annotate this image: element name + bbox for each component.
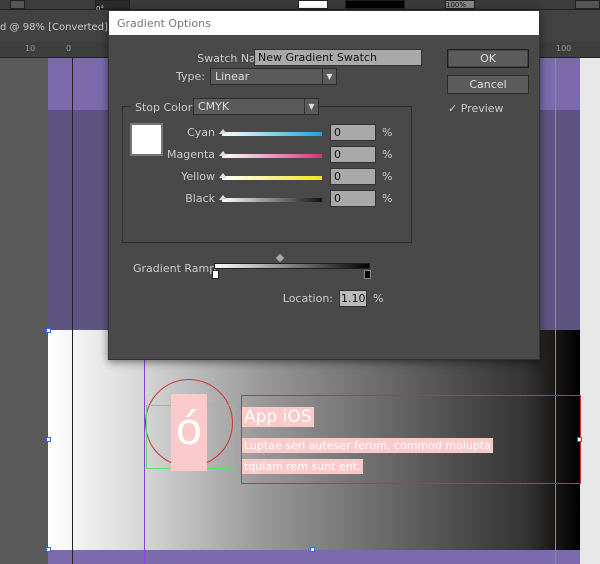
artwork-body-line2: tquiam rem sunt ent. (242, 459, 363, 474)
magenta-slider-thumb[interactable] (219, 151, 227, 156)
magenta-label: Magenta (166, 148, 215, 161)
icon-glyph: ó (171, 394, 207, 471)
gradient-ramp[interactable] (214, 263, 370, 269)
bleed-guide (555, 58, 556, 564)
artwork-body-line1: Luptae seri auteser ferum, commod molupt… (242, 438, 493, 453)
preview-checkbox[interactable]: ✓ Preview (448, 102, 504, 115)
black-slider[interactable] (222, 198, 322, 202)
selection-handle[interactable] (46, 328, 51, 333)
ok-button[interactable]: OK (447, 49, 529, 68)
stop-color-label: Stop Color: (131, 101, 200, 114)
zoom-value: 100% (446, 1, 467, 9)
purple-band-bottom (48, 550, 580, 564)
gradient-options-dialog: Gradient Options Swatch Name: New Gradie… (108, 10, 540, 360)
preview-label: Preview (460, 102, 504, 115)
stop-color-value: CMYK (198, 100, 230, 113)
type-select[interactable]: Linear ▼ (210, 68, 337, 85)
cyan-slider[interactable] (222, 132, 322, 136)
zoom-field[interactable]: 100% (445, 0, 475, 9)
black-label: Black (185, 192, 215, 205)
yellow-label: Yellow (181, 170, 215, 183)
pasteboard-right (580, 58, 600, 564)
document-tab[interactable]: d @ 98% [Converted] × (0, 22, 120, 33)
ruler-label: 0 (66, 44, 72, 53)
black-slider-thumb[interactable] (219, 195, 227, 200)
percent-unit: % (382, 170, 393, 183)
selection-handle[interactable] (577, 437, 582, 442)
gradient-ramp-label: Gradient Ramp (133, 262, 217, 275)
selection-handle[interactable] (46, 547, 51, 552)
gradient-stop-black[interactable] (364, 270, 371, 279)
dialog-title: Gradient Options (109, 11, 539, 35)
location-input[interactable]: 1.105 (339, 290, 367, 307)
ruler-label: 100 (556, 44, 572, 53)
black-input[interactable]: 0 (330, 190, 376, 207)
magenta-input[interactable]: 0 (330, 146, 376, 163)
location-label: Location: (282, 292, 333, 305)
percent-unit: % (382, 126, 393, 139)
stop-color-select[interactable]: CMYK ▼ (193, 98, 319, 115)
dropdown-button[interactable] (10, 0, 25, 9)
type-value: Linear (215, 70, 250, 83)
control-toolbar: 0° 100% (0, 0, 600, 13)
cyan-slider-thumb[interactable] (219, 129, 227, 134)
fill-color[interactable] (345, 0, 405, 9)
chevron-down-icon: ▼ (322, 69, 336, 84)
gradient-stop-white[interactable] (212, 270, 219, 279)
checkmark-icon: ✓ (448, 102, 458, 115)
artwork-title: App iOS (242, 407, 314, 427)
panel-button[interactable] (575, 0, 600, 9)
percent-unit: % (382, 148, 393, 161)
selection-handle[interactable] (310, 547, 315, 552)
magenta-slider[interactable] (222, 154, 322, 158)
cancel-button[interactable]: Cancel (447, 75, 529, 94)
location-unit: % (373, 292, 384, 305)
type-label: Type: (176, 70, 205, 83)
selection-handle[interactable] (46, 437, 51, 442)
yellow-input[interactable]: 0 (330, 168, 376, 185)
yellow-slider-thumb[interactable] (219, 173, 227, 178)
yellow-slider[interactable] (222, 176, 322, 180)
percent-unit: % (382, 192, 393, 205)
midpoint-diamond[interactable] (275, 253, 285, 263)
stroke-swatch[interactable] (298, 0, 328, 9)
cyan-input[interactable]: 0 (330, 124, 376, 141)
guide-line (72, 58, 73, 564)
chevron-down-icon: ▼ (304, 99, 318, 114)
document-tab-label: d @ 98% [Converted] (0, 22, 108, 33)
swatch-name-input[interactable]: New Gradient Swatch (254, 49, 422, 66)
cyan-label: Cyan (187, 126, 215, 139)
angle-input[interactable]: 0° (95, 0, 130, 13)
ruler-label: 10 (25, 44, 36, 53)
